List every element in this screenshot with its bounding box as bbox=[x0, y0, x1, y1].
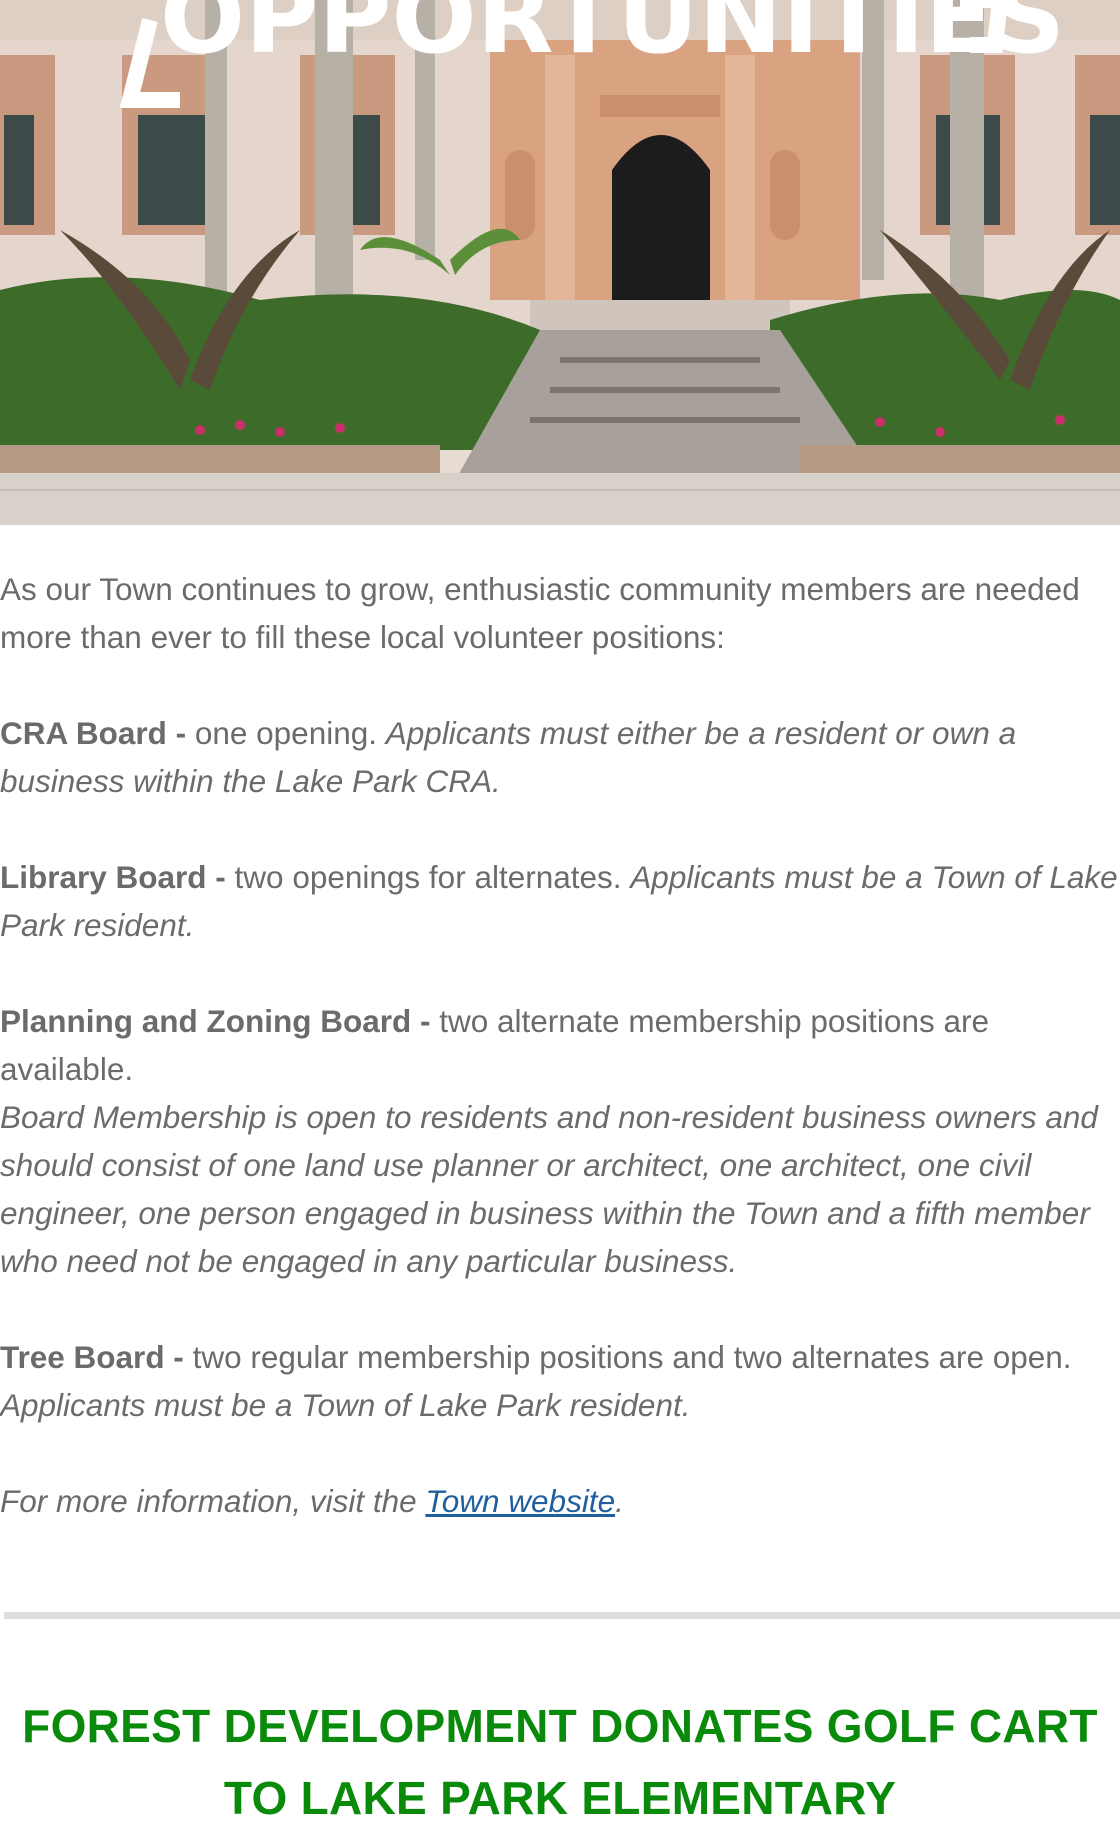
article-headline: FOREST DEVELOPMENT DONATES GOLF CART TO … bbox=[0, 1690, 1120, 1834]
section-divider bbox=[4, 1612, 1120, 1619]
hero-image: OPPORTUNITIES bbox=[0, 0, 1120, 525]
more-info-prefix: For more information, visit the bbox=[0, 1483, 426, 1519]
board-description: two regular membership positions and two… bbox=[183, 1339, 1072, 1375]
board-requirement: Applicants must be a Town of Lake Park r… bbox=[0, 1387, 691, 1423]
board-requirement: Board Membership is open to residents an… bbox=[0, 1099, 1098, 1279]
board-name: CRA Board - bbox=[0, 715, 187, 751]
board-planning-zoning: Planning and Zoning Board - two alternat… bbox=[0, 997, 1120, 1093]
board-name: Planning and Zoning Board - bbox=[0, 1003, 431, 1039]
board-library: Library Board - two openings for alterna… bbox=[0, 853, 1120, 949]
article-body: As our Town continues to grow, enthusias… bbox=[0, 565, 1120, 1525]
board-name: Tree Board - bbox=[0, 1339, 184, 1375]
hero-overlay-text: OPPORTUNITIES bbox=[160, 0, 1065, 76]
intro-paragraph: As our Town continues to grow, enthusias… bbox=[0, 571, 1080, 655]
more-info-suffix: . bbox=[615, 1483, 624, 1519]
town-website-link[interactable]: Town website bbox=[425, 1483, 615, 1519]
headline-line-2: TO LAKE PARK ELEMENTARY bbox=[223, 1772, 897, 1824]
board-cra: CRA Board - one opening. Applicants must… bbox=[0, 709, 1120, 805]
board-description: one opening. bbox=[186, 715, 386, 751]
board-tree: Tree Board - two regular membership posi… bbox=[0, 1333, 1120, 1429]
more-info: For more information, visit the Town web… bbox=[0, 1477, 1120, 1525]
headline-line-1: FOREST DEVELOPMENT DONATES GOLF CART bbox=[22, 1700, 1098, 1752]
board-description: two openings for alternates. bbox=[225, 859, 631, 895]
board-name: Library Board - bbox=[0, 859, 226, 895]
